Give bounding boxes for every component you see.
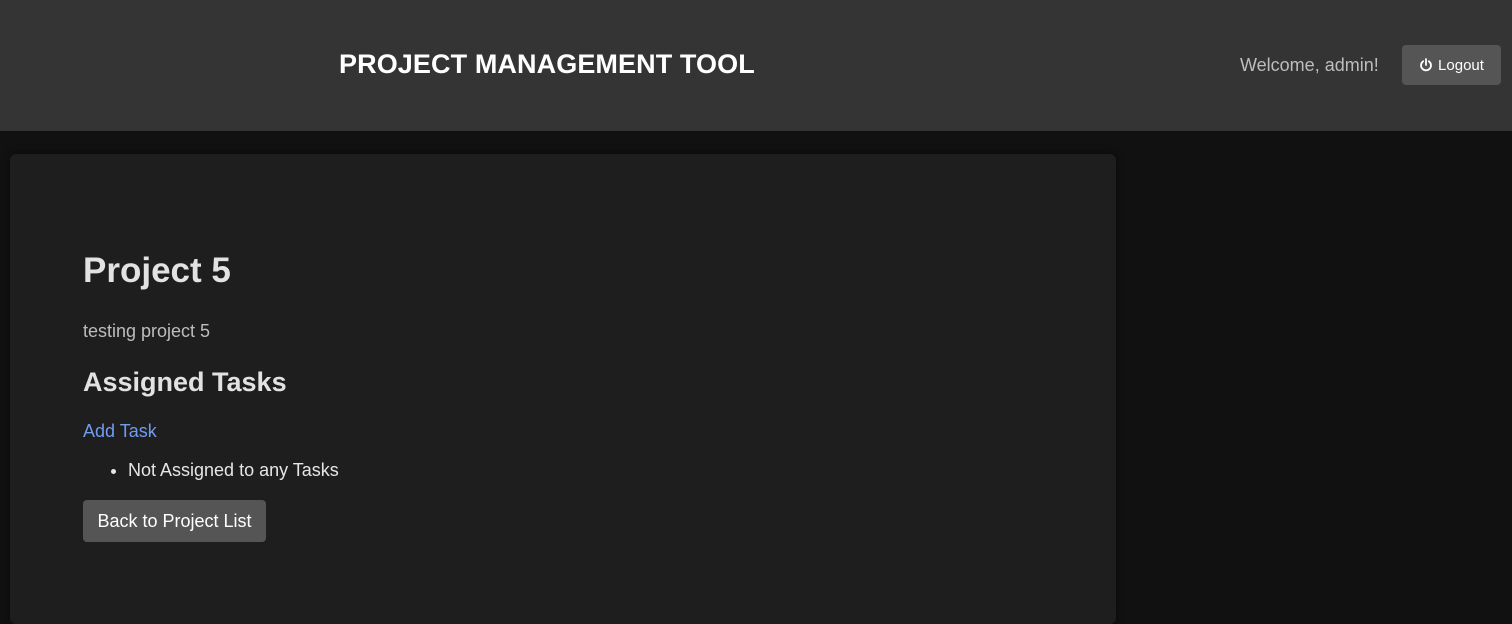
power-icon: [1419, 58, 1433, 72]
top-header: PROJECT MANAGEMENT TOOL Welcome, admin! …: [0, 0, 1512, 131]
logout-label: Logout: [1438, 56, 1484, 74]
back-to-project-list-button[interactable]: Back to Project List: [83, 500, 266, 542]
list-item: Not Assigned to any Tasks: [128, 459, 339, 481]
welcome-text: Welcome, admin!: [1240, 55, 1379, 75]
project-description: testing project 5: [83, 321, 211, 341]
add-task-link[interactable]: Add Task: [83, 420, 157, 442]
project-title: Project 5: [83, 251, 231, 290]
assigned-tasks-heading: Assigned Tasks: [83, 367, 287, 397]
logout-button[interactable]: Logout: [1402, 45, 1501, 85]
task-list: Not Assigned to any Tasks: [83, 459, 339, 481]
app-title: PROJECT MANAGEMENT TOOL: [339, 49, 755, 79]
project-detail-card: Project 5 testing project 5 Assigned Tas…: [10, 154, 1116, 624]
